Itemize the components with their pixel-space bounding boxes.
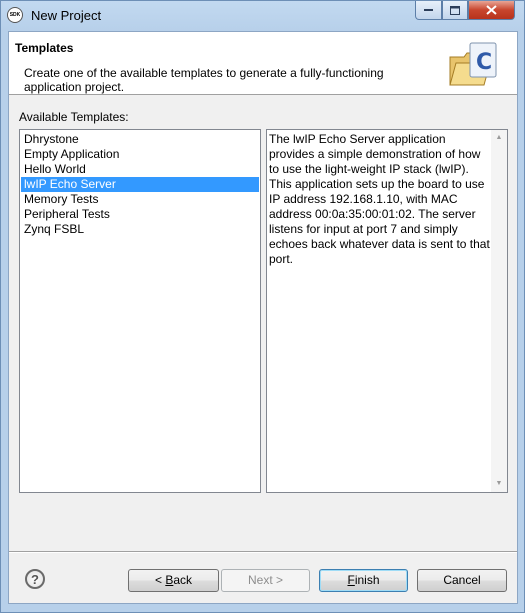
back-button[interactable]: < Back bbox=[128, 569, 219, 592]
list-item[interactable]: Empty Application bbox=[21, 147, 259, 162]
title-bar[interactable]: SDK New Project bbox=[1, 1, 524, 31]
cancel-button[interactable]: Cancel bbox=[417, 569, 507, 592]
description-scrollbar[interactable]: ▲ ▼ bbox=[491, 130, 507, 492]
window-title: New Project bbox=[31, 8, 102, 23]
back-button-label: ack bbox=[173, 573, 193, 587]
maximize-button[interactable] bbox=[442, 1, 468, 20]
next-button[interactable]: Next > bbox=[221, 569, 310, 592]
list-item[interactable]: Peripheral Tests bbox=[21, 207, 259, 222]
page-description: Create one of the available templates to… bbox=[24, 66, 384, 94]
minimize-button[interactable] bbox=[415, 1, 442, 20]
list-item-selected[interactable]: lwIP Echo Server bbox=[21, 177, 259, 192]
list-item[interactable]: Memory Tests bbox=[21, 192, 259, 207]
svg-text:C: C bbox=[476, 50, 492, 75]
button-bar-separator bbox=[9, 551, 517, 553]
dialog-client-area: Templates Create one of the available te… bbox=[8, 31, 518, 604]
page-title: Templates bbox=[15, 41, 74, 55]
list-item[interactable]: Zynq FSBL bbox=[21, 222, 259, 237]
list-item[interactable]: Hello World bbox=[21, 162, 259, 177]
new-c-project-folder-icon: C bbox=[449, 42, 497, 86]
templates-list[interactable]: Dhrystone Empty Application Hello World … bbox=[19, 129, 261, 493]
new-project-window: SDK New Project Templates Create one of … bbox=[0, 0, 525, 613]
template-description-box: The lwIP Echo Server application provide… bbox=[266, 129, 508, 493]
maximize-icon bbox=[450, 5, 460, 15]
minimize-icon bbox=[423, 9, 433, 11]
sdk-app-icon: SDK bbox=[7, 7, 23, 23]
scroll-up-arrow-icon[interactable]: ▲ bbox=[491, 130, 507, 146]
finish-button-mnemonic: F bbox=[347, 573, 355, 587]
finish-button[interactable]: Finish bbox=[319, 569, 408, 592]
finish-button-label: inish bbox=[354, 573, 380, 587]
template-description-text: The lwIP Echo Server application provide… bbox=[269, 132, 490, 266]
close-button[interactable] bbox=[468, 1, 515, 20]
back-button-prefix: < bbox=[154, 573, 166, 587]
wizard-header: Templates Create one of the available te… bbox=[9, 32, 517, 95]
list-item[interactable]: Dhrystone bbox=[21, 132, 259, 147]
available-templates-label: Available Templates: bbox=[19, 110, 129, 124]
close-icon bbox=[486, 5, 497, 15]
help-button[interactable]: ? bbox=[25, 569, 45, 589]
scroll-down-arrow-icon[interactable]: ▼ bbox=[491, 476, 507, 492]
